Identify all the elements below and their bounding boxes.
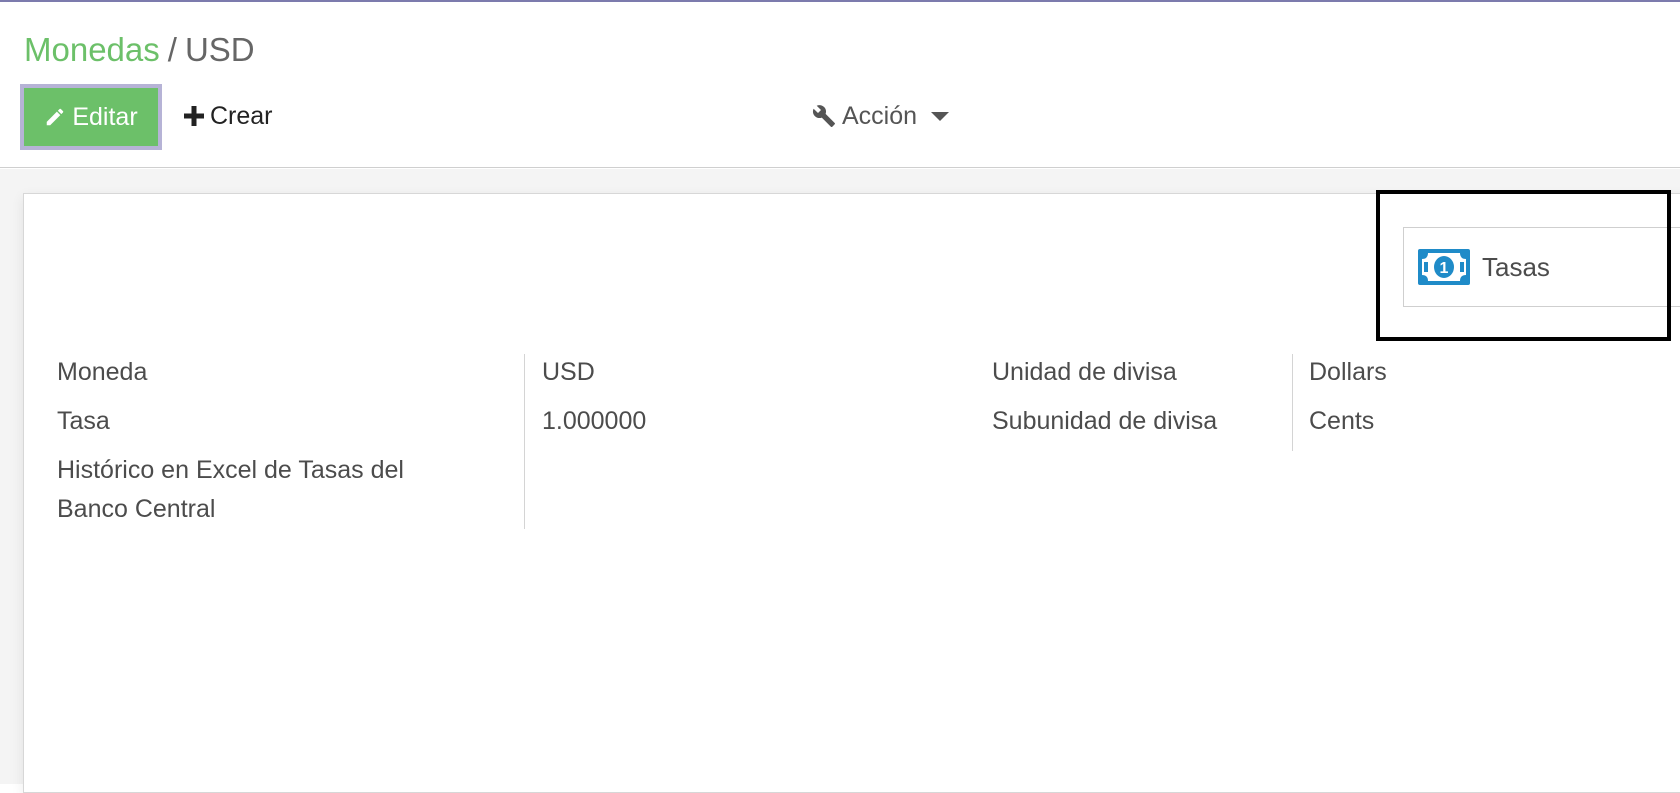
- left-group-divider: [524, 354, 525, 529]
- breadcrumb: Monedas / USD: [24, 28, 255, 72]
- field-value-rate: 1.000000: [542, 407, 647, 435]
- field-label-excel-history-line1: Histórico en Excel de Tasas del: [57, 456, 404, 484]
- field-label-rate: Tasa: [57, 407, 110, 435]
- plus-icon: [184, 106, 204, 126]
- svg-text:1: 1: [1440, 260, 1449, 277]
- rates-smart-button-label: Tasas: [1482, 251, 1550, 282]
- edit-button-label: Editar: [72, 102, 138, 131]
- create-button-label: Crear: [210, 101, 273, 130]
- create-button[interactable]: Crear: [184, 94, 273, 138]
- control-panel: Monedas / USD Editar Crear Acción: [0, 2, 1680, 168]
- caret-down-icon: [931, 112, 950, 121]
- breadcrumb-link-monedas[interactable]: Monedas: [24, 31, 160, 68]
- right-group-divider: [1292, 354, 1293, 451]
- field-value-currency-unit: Dollars: [1309, 358, 1387, 386]
- field-label-currency-subunit: Subunidad de divisa: [992, 407, 1218, 435]
- wrench-icon: [812, 105, 835, 127]
- edit-button[interactable]: Editar: [20, 84, 162, 150]
- action-dropdown-button[interactable]: Acción: [812, 94, 950, 138]
- pencil-icon: [47, 108, 64, 126]
- breadcrumb-separator: /: [167, 31, 177, 68]
- field-value-currency: USD: [542, 358, 595, 386]
- action-button-label: Acción: [842, 101, 918, 130]
- money-bill-icon: 1: [1418, 249, 1470, 285]
- field-label-currency-unit: Unidad de divisa: [992, 358, 1177, 386]
- field-label-excel-history-line2: Banco Central: [57, 495, 216, 523]
- field-label-currency: Moneda: [57, 358, 148, 386]
- rates-smart-button[interactable]: 1 Tasas: [1403, 227, 1680, 307]
- breadcrumb-current: USD: [184, 31, 255, 68]
- field-value-currency-subunit: Cents: [1309, 407, 1375, 435]
